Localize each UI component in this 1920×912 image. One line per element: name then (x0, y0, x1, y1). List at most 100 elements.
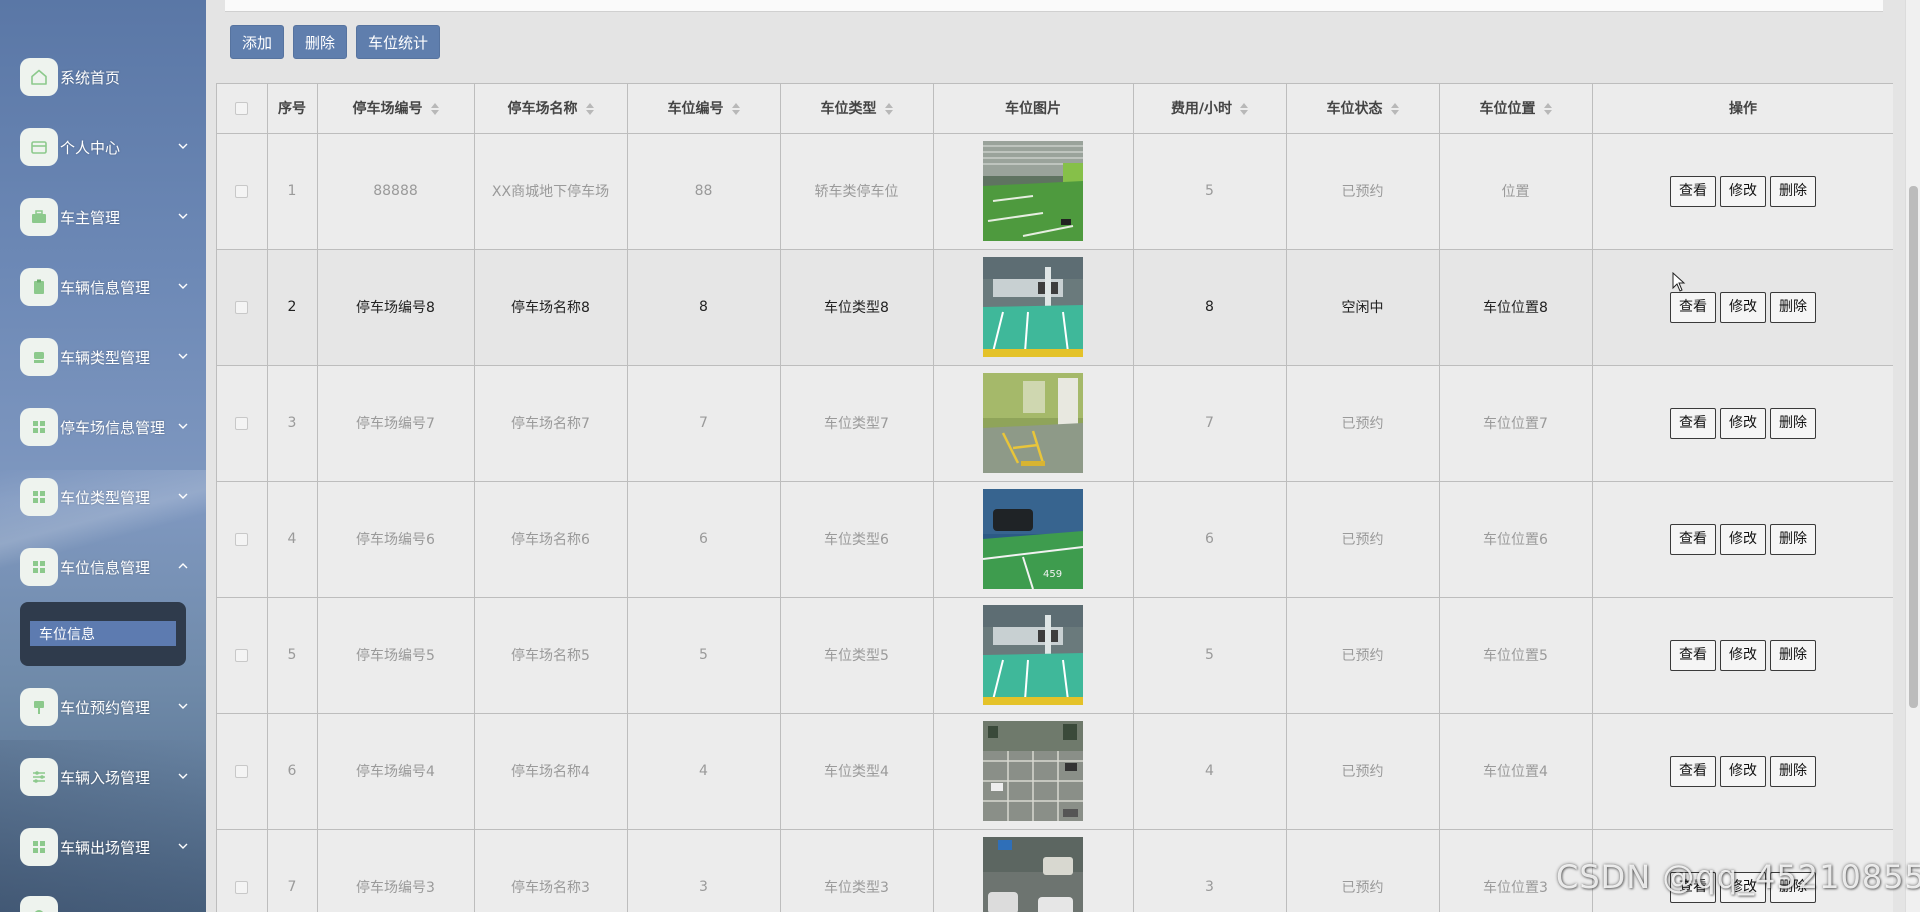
sort-icon[interactable] (585, 103, 594, 116)
bulk-delete-button[interactable]: 删除 (293, 25, 348, 59)
cell-status: 已预约 (1286, 713, 1440, 830)
chevron-down-icon (178, 213, 188, 219)
sidebar-item-label: 车位信息管理 (60, 558, 151, 577)
table-row[interactable]: 6 停车场编号4 停车场名称4 4 车位类型4 4 已预约 车位位置4 查看 修… (217, 713, 1893, 830)
cell-lot-name: 停车场名称3 (474, 829, 628, 912)
parking-photo-image[interactable] (983, 837, 1083, 912)
sidebar-item-vehicle-exit[interactable]: 车辆出场管理 (20, 827, 200, 867)
sidebar-item-reservation[interactable]: 车位预约管理 (20, 687, 200, 727)
sidebar-item-personal-center[interactable]: 个人中心 (20, 127, 200, 167)
sort-icon[interactable] (731, 103, 740, 116)
cell-space-type: 车位类型8 (780, 249, 934, 366)
column-header-space-type[interactable]: 车位类型 (780, 84, 934, 134)
table-row[interactable]: 1 88888 XX商城地下停车场 88 轿车类停车位 5 已预约 位置 查看 … (217, 133, 1893, 250)
home-icon (20, 58, 58, 96)
view-button[interactable]: 查看 (1670, 523, 1716, 555)
sidebar-item-vehicle-type[interactable]: 车辆类型管理 (20, 337, 200, 377)
sort-icon[interactable] (1543, 103, 1552, 116)
column-header-space-code[interactable]: 车位编号 (627, 84, 781, 134)
cell-status: 已预约 (1286, 829, 1440, 912)
sidebar-item-label: 车辆出场管理 (60, 838, 151, 857)
clipboard-icon (20, 268, 58, 306)
sidebar-item-system[interactable] (20, 895, 200, 912)
edit-button[interactable]: 修改 (1720, 523, 1766, 555)
sign-icon (20, 688, 58, 726)
row-checkbox[interactable] (235, 880, 249, 894)
cell-index: 3 (267, 365, 318, 482)
sidebar-item-vehicle-entry[interactable]: 车辆入场管理 (20, 757, 200, 797)
sidebar-item-owner-management[interactable]: 车主管理 (20, 197, 200, 237)
column-header-status[interactable]: 车位状态 (1286, 84, 1440, 134)
column-header-lot-name[interactable]: 停车场名称 (474, 84, 628, 134)
column-header-lot-code[interactable]: 停车场编号 (317, 84, 475, 134)
cell-actions: 查看 修改 删除 (1592, 249, 1893, 366)
row-checkbox[interactable] (235, 764, 249, 778)
cell-actions: 查看 修改 删除 (1592, 481, 1893, 598)
column-header-location[interactable]: 车位位置 (1439, 84, 1593, 134)
parking-photo-image[interactable] (983, 721, 1083, 821)
parking-photo-image[interactable] (983, 141, 1083, 241)
view-button[interactable]: 查看 (1670, 175, 1716, 207)
column-header-fee[interactable]: 费用/小时 (1133, 84, 1287, 134)
cell-actions: 查看 修改 删除 (1592, 365, 1893, 482)
cell-index: 7 (267, 829, 318, 912)
view-button[interactable]: 查看 (1670, 755, 1716, 787)
column-header-actions: 操作 (1592, 84, 1893, 134)
sidebar-item-home[interactable]: 系统首页 (20, 57, 200, 97)
edit-button[interactable]: 修改 (1720, 291, 1766, 323)
delete-button[interactable]: 删除 (1770, 407, 1816, 439)
cell-space-type: 车位类型6 (780, 481, 934, 598)
parking-photo-image[interactable]: 459 (983, 489, 1083, 589)
sidebar-item-parking-lot-info[interactable]: 停车场信息管理 (20, 407, 200, 447)
submenu-item-space-info[interactable]: 车位信息 (30, 621, 176, 646)
cell-space-code: 3 (627, 829, 781, 912)
parking-photo-image[interactable] (983, 373, 1083, 473)
delete-button[interactable]: 删除 (1770, 175, 1816, 207)
cell-lot-name: 停车场名称5 (474, 597, 628, 714)
cell-status: 已预约 (1286, 133, 1440, 250)
cell-fee: 3 (1133, 829, 1287, 912)
seat-icon (20, 338, 58, 376)
row-checkbox[interactable] (235, 532, 249, 546)
cell-location: 车位位置4 (1439, 713, 1593, 830)
cell-fee: 6 (1133, 481, 1287, 598)
row-checkbox[interactable] (235, 648, 249, 662)
table-row[interactable]: 4 停车场编号6 停车场名称6 6 车位类型6 459 6 已预约 车位位置6 … (217, 481, 1893, 598)
view-button[interactable]: 查看 (1670, 407, 1716, 439)
edit-button[interactable]: 修改 (1720, 175, 1766, 207)
delete-button[interactable]: 删除 (1770, 291, 1816, 323)
parking-photo-image[interactable] (983, 257, 1083, 357)
view-button[interactable]: 查看 (1670, 639, 1716, 671)
delete-button[interactable]: 删除 (1770, 639, 1816, 671)
sort-icon[interactable] (1390, 103, 1399, 116)
chevron-down-icon (178, 493, 188, 499)
sort-icon[interactable] (884, 103, 893, 116)
add-button[interactable]: 添加 (230, 25, 285, 59)
delete-button[interactable]: 删除 (1770, 755, 1816, 787)
table-row[interactable]: 2 停车场编号8 停车场名称8 8 车位类型8 8 空闲中 车位位置8 查看 修… (217, 249, 1893, 366)
edit-button[interactable]: 修改 (1720, 407, 1766, 439)
scrollbar-thumb[interactable] (1909, 186, 1918, 708)
sidebar-item-label: 车位预约管理 (60, 698, 151, 717)
sort-icon[interactable] (1240, 103, 1249, 116)
cell-space-image: 459 (933, 481, 1134, 598)
parking-photo-image[interactable] (983, 605, 1083, 705)
row-checkbox[interactable] (235, 300, 249, 314)
table-row[interactable]: 3 停车场编号7 停车场名称7 7 车位类型7 7 已预约 车位位置7 查看 修… (217, 365, 1893, 482)
edit-button[interactable]: 修改 (1720, 755, 1766, 787)
view-button[interactable]: 查看 (1670, 291, 1716, 323)
table-row[interactable]: 5 停车场编号5 停车场名称5 5 车位类型5 5 已预约 车位位置5 查看 修… (217, 597, 1893, 714)
sidebar-item-vehicle-info[interactable]: 车辆信息管理 (20, 267, 200, 307)
row-checkbox[interactable] (235, 416, 249, 430)
page-scrollbar[interactable] (1905, 0, 1920, 912)
delete-button[interactable]: 删除 (1770, 523, 1816, 555)
select-all-checkbox[interactable] (235, 101, 249, 115)
sort-icon[interactable] (430, 103, 439, 116)
sidebar-item-space-type[interactable]: 车位类型管理 (20, 477, 200, 517)
edit-button[interactable]: 修改 (1720, 639, 1766, 671)
sidebar: 系统首页 个人中心 车主管理 车辆信息管理 车辆类型管理 停车场信息管理 车位类… (0, 0, 206, 912)
cell-location: 车位位置7 (1439, 365, 1593, 482)
space-stats-button[interactable]: 车位统计 (356, 25, 441, 59)
sidebar-item-space-info[interactable]: 车位信息管理 (20, 547, 200, 587)
row-checkbox[interactable] (235, 184, 249, 198)
